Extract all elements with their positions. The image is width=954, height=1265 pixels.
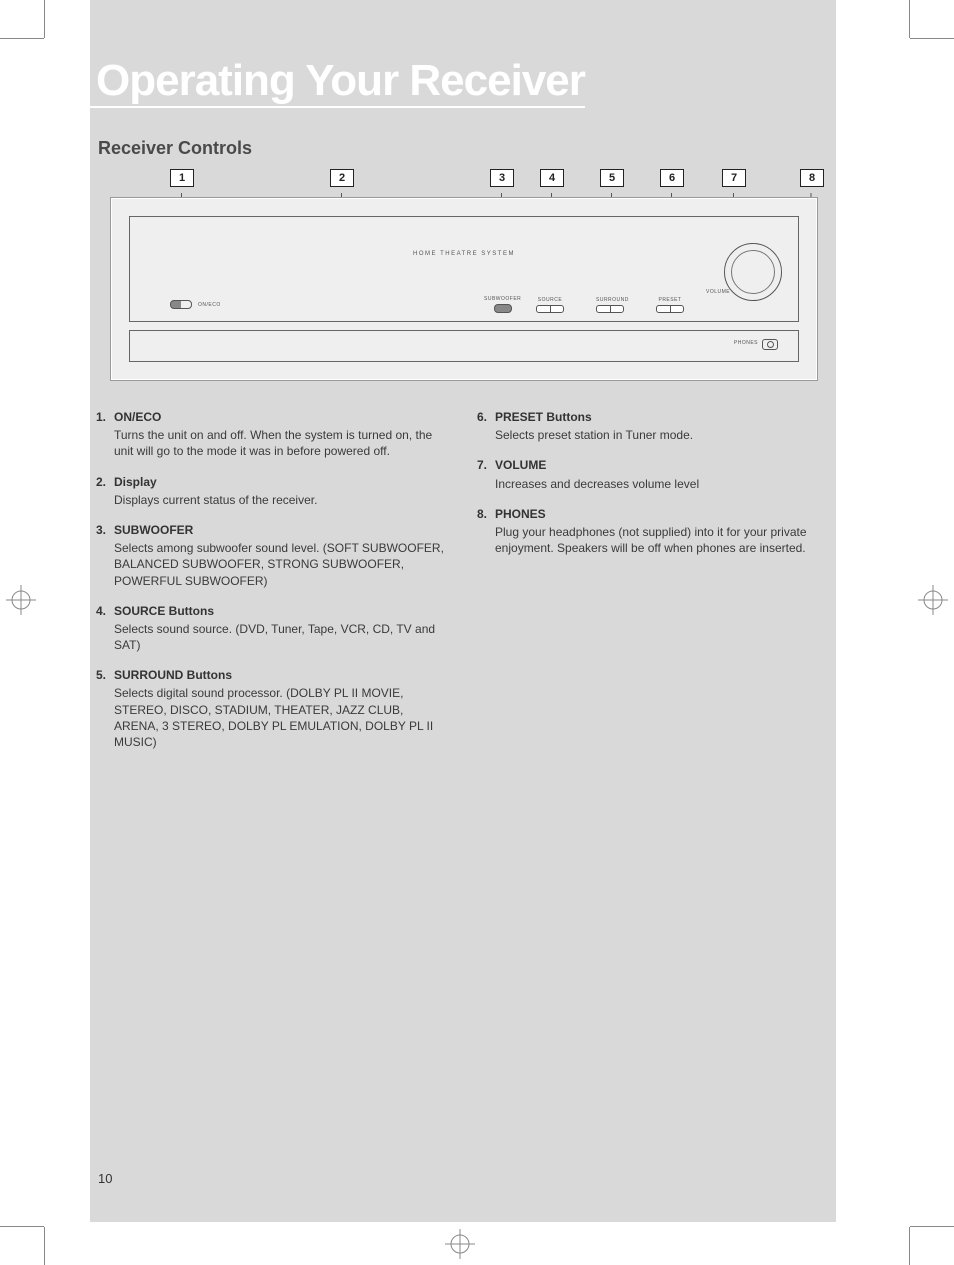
receiver-front-panel: HOME THEATRE SYSTEM ON/ECO SUBWOOFER SOU… <box>110 197 818 381</box>
callout-1: 1 <box>170 169 194 187</box>
crop-tick <box>44 0 45 38</box>
control-label: PRESET <box>658 297 681 303</box>
item-5: 5.SURROUND Buttons Selects digital sound… <box>96 667 449 750</box>
left-column: 1.ON/ECO Turns the unit on and off. When… <box>96 409 449 764</box>
control-label: SOURCE <box>538 297 562 303</box>
section-subtitle: Receiver Controls <box>98 138 836 159</box>
item-title: VOLUME <box>495 458 546 472</box>
item-7: 7.VOLUME Increases and decreases volume … <box>477 457 830 491</box>
item-title: SOURCE Buttons <box>114 604 214 618</box>
registration-mark-icon <box>6 585 36 615</box>
crop-tick <box>44 1227 45 1265</box>
callout-7: 7 <box>722 169 746 187</box>
preset-buttons-icon <box>656 305 684 313</box>
crop-tick <box>910 38 954 39</box>
registration-mark-icon <box>918 585 948 615</box>
receiver-diagram: 1 2 3 4 5 6 7 8 HOME THEATRE SYSTEM <box>110 169 816 381</box>
item-body: Selects among subwoofer sound level. (SO… <box>96 540 449 589</box>
item-number: 6. <box>477 409 495 425</box>
registration-mark-icon <box>445 1229 475 1259</box>
item-title: SUBWOOFER <box>114 523 193 537</box>
item-3: 3.SUBWOOFER Selects among subwoofer soun… <box>96 522 449 589</box>
preset-control: PRESET <box>656 297 684 313</box>
volume-label-block: VOLUME <box>706 289 730 295</box>
item-title: Display <box>114 475 157 489</box>
item-number: 8. <box>477 506 495 522</box>
subwoofer-button-icon <box>494 304 512 313</box>
item-title: ON/ECO <box>114 410 161 424</box>
display-label: HOME THEATRE SYSTEM <box>413 251 515 257</box>
callout-row: 1 2 3 4 5 6 7 8 <box>160 169 800 193</box>
source-buttons-icon <box>536 305 564 313</box>
crop-tick <box>909 0 910 38</box>
callout-8: 8 <box>800 169 824 187</box>
surround-buttons-icon <box>596 305 624 313</box>
page-title: Operating Your Receiver <box>90 0 585 108</box>
power-switch-icon <box>170 300 192 309</box>
item-8: 8.PHONES Plug your headphones (not suppl… <box>477 506 830 557</box>
callout-4: 4 <box>540 169 564 187</box>
control-label: VOLUME <box>706 289 730 295</box>
item-title: PRESET Buttons <box>495 410 592 424</box>
page-panel: Operating Your Receiver Receiver Control… <box>90 0 836 1222</box>
item-number: 3. <box>96 522 114 538</box>
control-label: SURROUND <box>596 297 629 303</box>
item-title: PHONES <box>495 507 546 521</box>
item-1: 1.ON/ECO Turns the unit on and off. When… <box>96 409 449 460</box>
phones-jack-icon <box>762 339 778 350</box>
item-number: 7. <box>477 457 495 473</box>
subwoofer-control: SUBWOOFER <box>484 296 521 313</box>
callout-6: 6 <box>660 169 684 187</box>
item-body: Turns the unit on and off. When the syst… <box>96 427 449 459</box>
item-body: Increases and decreases volume level <box>477 476 830 492</box>
source-control: SOURCE <box>536 297 564 313</box>
receiver-lower-face: PHONES <box>129 330 799 362</box>
item-number: 5. <box>96 667 114 683</box>
power-switch-label: ON/ECO <box>198 302 221 308</box>
item-number: 2. <box>96 474 114 490</box>
crop-tick <box>909 1227 910 1265</box>
control-label: SUBWOOFER <box>484 296 521 302</box>
item-title: SURROUND Buttons <box>114 668 232 682</box>
page-number: 10 <box>98 1171 112 1186</box>
right-column: 6.PRESET Buttons Selects preset station … <box>477 409 830 764</box>
callout-2: 2 <box>330 169 354 187</box>
crop-tick <box>0 1226 44 1227</box>
item-body: Selects sound source. (DVD, Tuner, Tape,… <box>96 621 449 653</box>
callout-3: 3 <box>490 169 514 187</box>
power-switch: ON/ECO <box>170 300 221 309</box>
phones-label: PHONES <box>734 340 758 346</box>
item-body: Plug your headphones (not supplied) into… <box>477 524 830 556</box>
item-2: 2.Display Displays current status of the… <box>96 474 449 508</box>
receiver-upper-face: HOME THEATRE SYSTEM ON/ECO SUBWOOFER SOU… <box>129 216 799 322</box>
volume-dial-icon <box>724 243 782 301</box>
title-block: Operating Your Receiver <box>90 0 836 108</box>
item-number: 1. <box>96 409 114 425</box>
item-6: 6.PRESET Buttons Selects preset station … <box>477 409 830 443</box>
item-body: Displays current status of the receiver. <box>96 492 449 508</box>
item-number: 4. <box>96 603 114 619</box>
crop-tick <box>0 38 44 39</box>
item-body: Selects digital sound processor. (DOLBY … <box>96 685 449 750</box>
callout-5: 5 <box>600 169 624 187</box>
crop-tick <box>910 1226 954 1227</box>
item-4: 4.SOURCE Buttons Selects sound source. (… <box>96 603 449 654</box>
description-columns: 1.ON/ECO Turns the unit on and off. When… <box>90 409 836 764</box>
surround-control: SURROUND <box>596 297 629 313</box>
item-body: Selects preset station in Tuner mode. <box>477 427 830 443</box>
